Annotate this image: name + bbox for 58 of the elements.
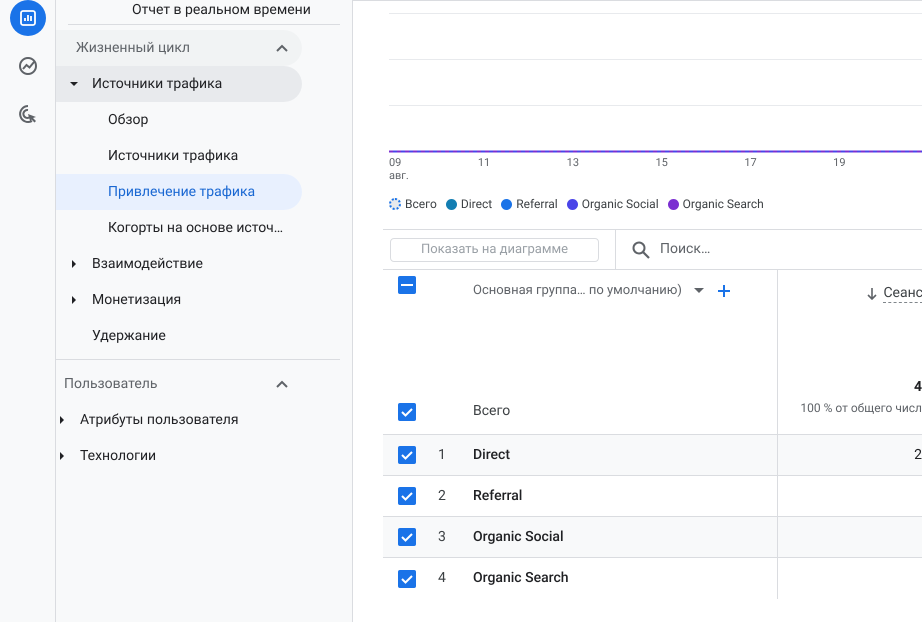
total-value: 4 (914, 379, 922, 395)
column-header[interactable]: Основная группа… по умолчанию) (473, 281, 682, 301)
table-cell-text: Organic Social (473, 528, 564, 546)
search-icon (632, 240, 650, 258)
axis-label: 13 (566, 156, 580, 169)
section-header[interactable]: Жизненный цикл (56, 30, 302, 66)
add-icon[interactable] (718, 285, 730, 297)
checkbox[interactable] (398, 402, 416, 420)
table-cell-text: Referral (473, 486, 522, 506)
legend-label: Organic Search (682, 196, 764, 213)
legend-label: Всего (405, 196, 437, 213)
section-header[interactable]: Пользователь (56, 366, 302, 402)
row-number: 4 (437, 569, 447, 588)
checkbox[interactable] (398, 487, 416, 505)
checkbox[interactable] (398, 446, 416, 464)
caret-icon (58, 416, 66, 424)
nav-item[interactable]: Технологии (44, 438, 290, 474)
chevron-icon (276, 380, 288, 388)
nav-item[interactable]: Источники трафика (56, 66, 302, 102)
search-field[interactable]: Поиск… (660, 239, 922, 260)
row-number: 1 (437, 446, 447, 464)
total-share: 100 % от общего числ (800, 400, 922, 417)
legend-label: Referral (516, 196, 558, 213)
checkbox[interactable] (398, 528, 416, 546)
table-cell-text: Direct (473, 446, 510, 464)
axis-label: 09 (389, 156, 402, 169)
dropdown-icon[interactable] (694, 288, 704, 294)
axis-label: 15 (655, 156, 668, 169)
nav-subitem[interactable]: Источники трафика (56, 138, 302, 174)
legend-label: Organic Social (582, 196, 659, 213)
checkbox[interactable] (398, 570, 416, 588)
checkbox[interactable] (398, 276, 416, 294)
minus-icon (401, 284, 413, 286)
axis-label: 19 (833, 156, 846, 169)
nav-item[interactable]: Атрибуты пользователя (44, 402, 290, 438)
axis-label: авг. (389, 169, 409, 182)
table-cell-text: Organic Search (473, 569, 569, 588)
caret-icon (58, 452, 66, 460)
caret-icon (70, 260, 78, 268)
total-label: Всего (473, 402, 510, 421)
table-cell-text: 2 (914, 446, 922, 464)
row-number: 3 (437, 528, 447, 546)
nav-item[interactable]: Отчет в реальном времени (132, 3, 311, 17)
nav-subitem[interactable]: Привлечение трафика (56, 174, 302, 210)
caret-icon (70, 80, 78, 88)
legend-label: Direct (460, 196, 492, 213)
bar-chart-icon[interactable] (10, 0, 46, 36)
nav-subitem[interactable]: Когорты на основе источ… (56, 210, 302, 246)
axis-label: 11 (478, 156, 490, 169)
sort-down-icon (867, 288, 878, 300)
caret-icon (70, 296, 78, 304)
nav-item[interactable]: Удержание (56, 318, 302, 354)
nav-item[interactable]: Монетизация (56, 282, 302, 318)
nav-item[interactable]: Взаимодействие (56, 246, 302, 282)
chevron-icon (276, 44, 288, 52)
nav-subitem[interactable]: Обзор (56, 102, 302, 138)
axis-label: 17 (744, 156, 757, 169)
row-number: 2 (437, 486, 447, 506)
